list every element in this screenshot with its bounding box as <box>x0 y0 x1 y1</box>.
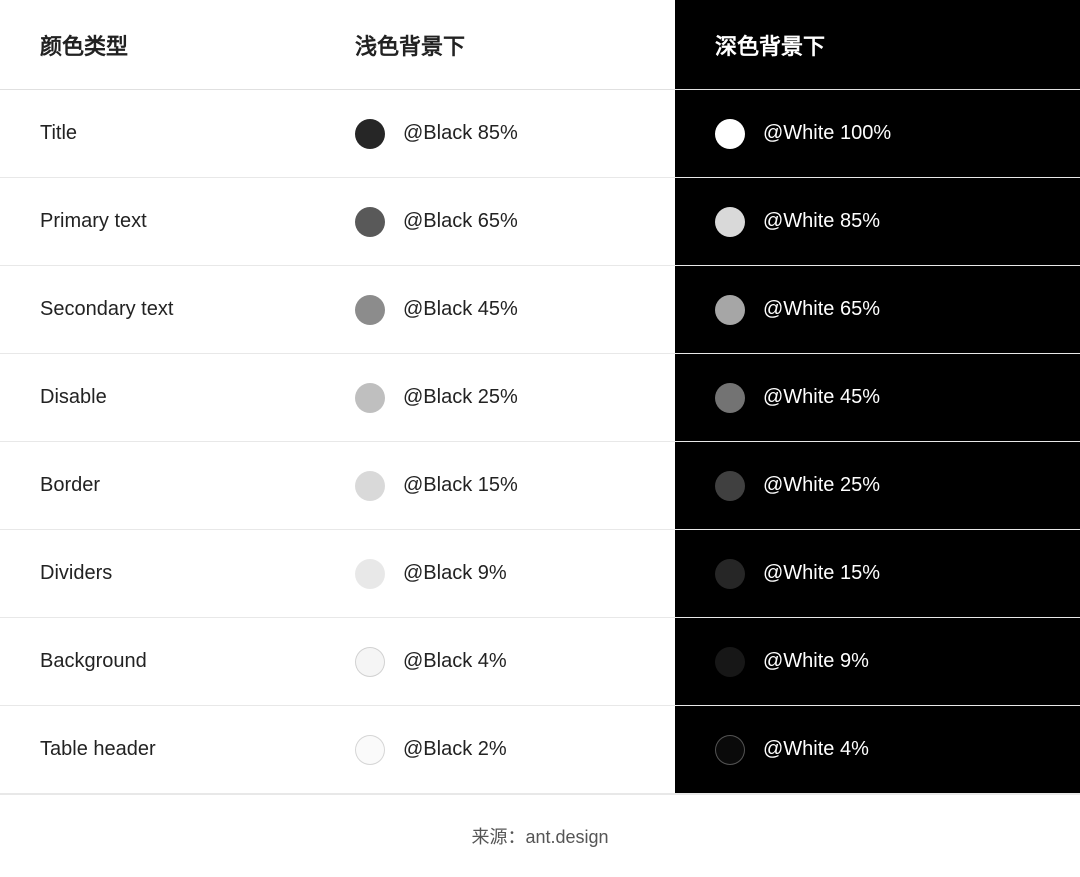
light-cell: @Black 45% <box>315 266 675 353</box>
dark-dot <box>715 295 745 325</box>
light-cell: @Black 15% <box>315 442 675 529</box>
color-table: 颜色类型 浅色背景下 深色背景下 Title @Black 85% @White 1… <box>0 0 1080 794</box>
light-cell: @Black 9% <box>315 530 675 617</box>
type-cell: Disable <box>0 354 315 441</box>
table-row: Border @Black 15% @White 25% <box>0 442 1080 530</box>
light-label: @Black 65% <box>403 210 518 233</box>
table-row: Dividers @Black 9% @White 15% <box>0 530 1080 618</box>
dark-dot <box>715 559 745 589</box>
dark-label: @White 4% <box>763 738 869 761</box>
light-dot <box>355 471 385 501</box>
table-row: Table header @Black 2% @White 4% <box>0 706 1080 794</box>
type-cell: Background <box>0 618 315 705</box>
light-dot <box>355 383 385 413</box>
dark-dot <box>715 647 745 677</box>
col-header-type-label: 颜色类型 <box>40 29 128 61</box>
col-header-type: 颜色类型 <box>0 0 315 89</box>
dark-cell: @White 100% <box>675 90 1080 177</box>
dark-label: @White 9% <box>763 650 869 673</box>
light-cell: @Black 2% <box>315 706 675 793</box>
light-dot <box>355 119 385 149</box>
light-label: @Black 15% <box>403 474 518 497</box>
dark-label: @White 100% <box>763 122 891 145</box>
dark-dot <box>715 207 745 237</box>
dark-cell: @White 9% <box>675 618 1080 705</box>
light-label: @Black 25% <box>403 386 518 409</box>
light-cell: @Black 25% <box>315 354 675 441</box>
type-cell: Table header <box>0 706 315 793</box>
type-cell: Primary text <box>0 178 315 265</box>
light-cell: @Black 85% <box>315 90 675 177</box>
table-row: Secondary text @Black 45% @White 65% <box>0 266 1080 354</box>
light-dot <box>355 207 385 237</box>
footer: 来源：ant.design <box>0 794 1080 877</box>
table-row: Primary text @Black 65% @White 85% <box>0 178 1080 266</box>
table-row: Background @Black 4% @White 9% <box>0 618 1080 706</box>
light-dot <box>355 559 385 589</box>
col-header-dark: 深色背景下 <box>675 0 1080 89</box>
dark-cell: @White 65% <box>675 266 1080 353</box>
table-row: Title @Black 85% @White 100% <box>0 90 1080 178</box>
footer-text: 来源：ant.design <box>471 823 608 849</box>
light-label: @Black 85% <box>403 122 518 145</box>
light-label: @Black 2% <box>403 738 507 761</box>
dark-label: @White 85% <box>763 210 880 233</box>
type-cell: Title <box>0 90 315 177</box>
dark-cell: @White 45% <box>675 354 1080 441</box>
dark-dot <box>715 471 745 501</box>
col-header-light: 浅色背景下 <box>315 0 675 89</box>
type-cell: Secondary text <box>0 266 315 353</box>
type-cell: Dividers <box>0 530 315 617</box>
table-body: Title @Black 85% @White 100% Primary text @B… <box>0 90 1080 794</box>
dark-cell: @White 25% <box>675 442 1080 529</box>
dark-label: @White 25% <box>763 474 880 497</box>
light-cell: @Black 65% <box>315 178 675 265</box>
dark-dot <box>715 735 745 765</box>
light-label: @Black 4% <box>403 650 507 673</box>
dark-cell: @White 15% <box>675 530 1080 617</box>
light-dot <box>355 647 385 677</box>
light-dot <box>355 295 385 325</box>
col-header-dark-label: 深色背景下 <box>715 29 825 61</box>
light-dot <box>355 735 385 765</box>
table-header-row: 颜色类型 浅色背景下 深色背景下 <box>0 0 1080 90</box>
light-label: @Black 45% <box>403 298 518 321</box>
col-header-light-label: 浅色背景下 <box>355 29 465 61</box>
dark-dot <box>715 119 745 149</box>
dark-cell: @White 4% <box>675 706 1080 793</box>
light-cell: @Black 4% <box>315 618 675 705</box>
light-label: @Black 9% <box>403 562 507 585</box>
dark-cell: @White 85% <box>675 178 1080 265</box>
dark-label: @White 15% <box>763 562 880 585</box>
table-row: Disable @Black 25% @White 45% <box>0 354 1080 442</box>
dark-dot <box>715 383 745 413</box>
dark-label: @White 45% <box>763 386 880 409</box>
dark-label: @White 65% <box>763 298 880 321</box>
type-cell: Border <box>0 442 315 529</box>
